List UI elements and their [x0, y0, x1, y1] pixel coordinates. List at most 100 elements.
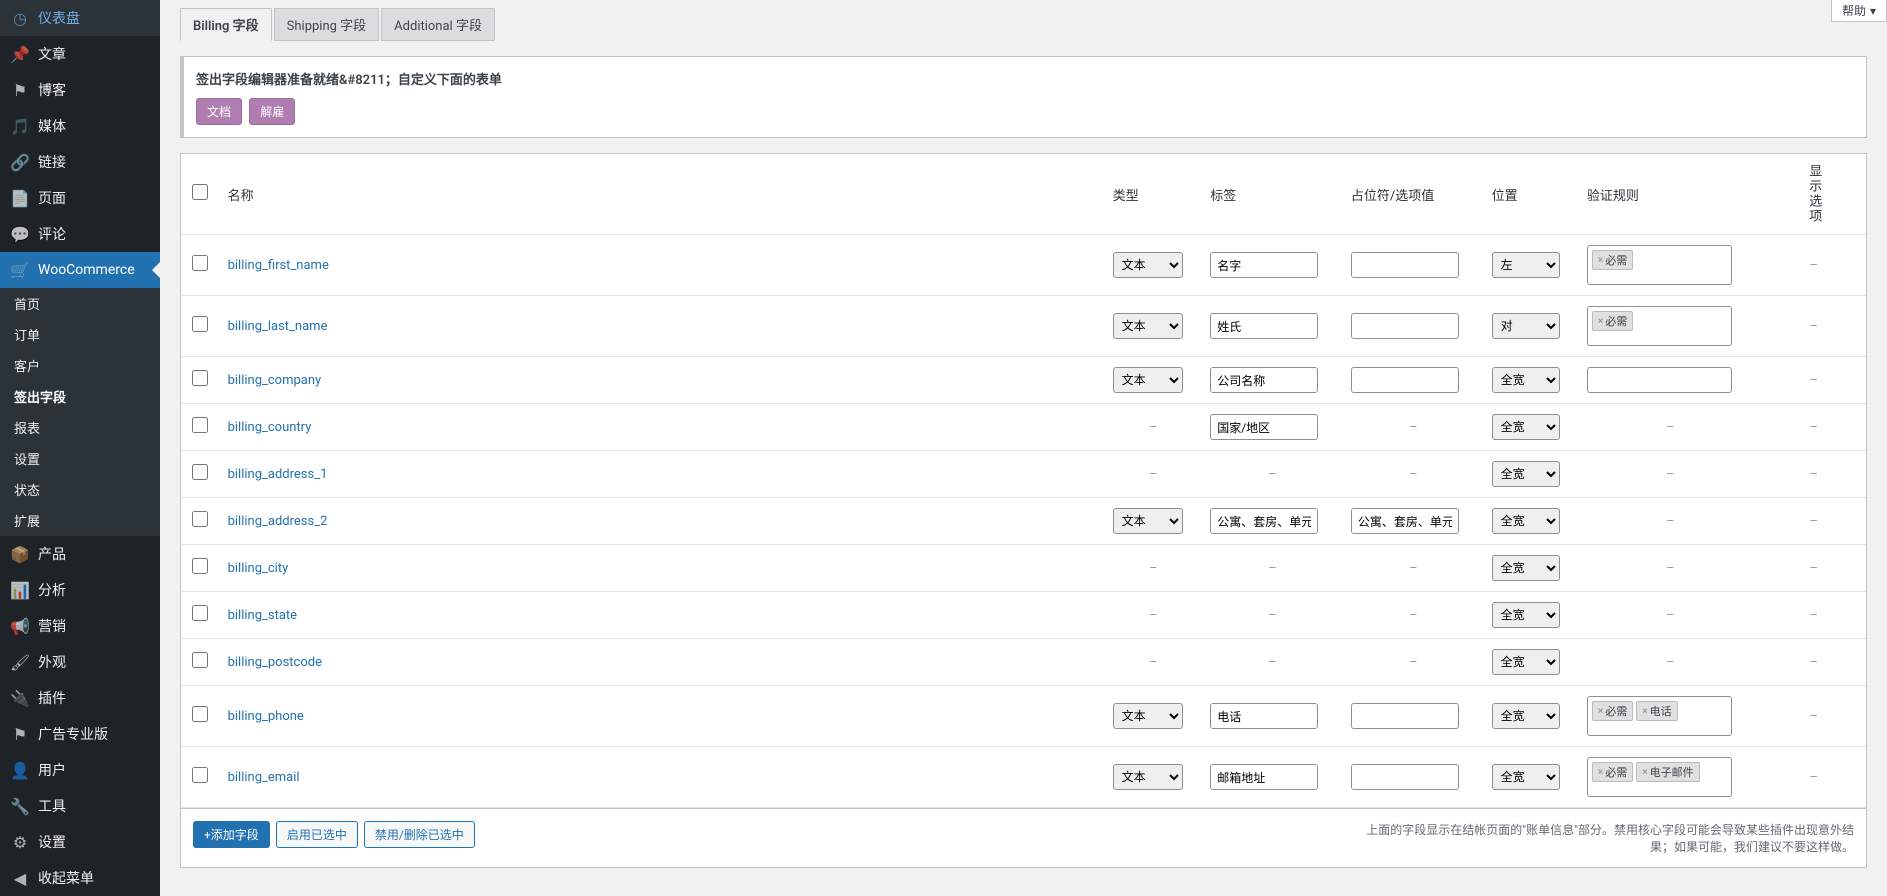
row-checkbox[interactable] [192, 255, 208, 271]
row-checkbox[interactable] [192, 706, 208, 722]
placeholder-input[interactable] [1351, 703, 1459, 729]
sidebar-item-博客[interactable]: ⚑博客 [0, 72, 160, 108]
submenu-item-报表[interactable]: 报表 [0, 412, 160, 443]
position-select[interactable]: 全宽 [1492, 649, 1560, 675]
submenu-item-客户[interactable]: 客户 [0, 350, 160, 381]
sidebar-item-分析[interactable]: 📊分析 [0, 572, 160, 608]
position-select[interactable]: 全宽 [1492, 764, 1560, 790]
sidebar-item-仪表盘[interactable]: ◷仪表盘 [0, 0, 160, 36]
enable-button[interactable]: 启用已选中 [276, 821, 358, 848]
position-select[interactable]: 全宽 [1492, 461, 1560, 487]
label-input[interactable] [1210, 367, 1318, 393]
position-select[interactable]: 左 [1492, 252, 1560, 278]
validation-tag[interactable]: ×必需 [1592, 311, 1633, 331]
row-checkbox[interactable] [192, 652, 208, 668]
type-select[interactable]: 文本 [1113, 508, 1183, 534]
placeholder-input[interactable] [1351, 367, 1459, 393]
submenu-item-扩展[interactable]: 扩展 [0, 505, 160, 536]
submenu-item-签出字段[interactable]: 签出字段 [0, 381, 160, 412]
sidebar-item-链接[interactable]: 🔗链接 [0, 144, 160, 180]
tag-remove-icon[interactable]: × [1598, 255, 1603, 266]
field-name[interactable]: billing_email [228, 770, 300, 785]
disable-button[interactable]: 禁用/删除已选中 [364, 821, 475, 848]
submenu-item-设置[interactable]: 设置 [0, 443, 160, 474]
sidebar-item-营销[interactable]: 📢营销 [0, 608, 160, 644]
type-select[interactable]: 文本 [1113, 313, 1183, 339]
row-checkbox[interactable] [192, 558, 208, 574]
position-select[interactable]: 全宽 [1492, 555, 1560, 581]
placeholder-input[interactable] [1351, 252, 1459, 278]
label-input[interactable] [1210, 508, 1318, 534]
label-input[interactable] [1210, 764, 1318, 790]
field-name[interactable]: billing_city [228, 561, 289, 576]
sidebar-item-广告专业版[interactable]: ⚑广告专业版 [0, 716, 160, 752]
tag-remove-icon[interactable]: × [1642, 706, 1647, 717]
type-select[interactable]: 文本 [1113, 252, 1183, 278]
docs-button[interactable]: 文档 [196, 98, 242, 125]
validation-tagbox[interactable]: ×必需×电话 [1587, 696, 1732, 736]
type-select[interactable]: 文本 [1113, 703, 1183, 729]
label-input[interactable] [1210, 313, 1318, 339]
validation-tagbox[interactable]: ×必需×电子邮件 [1587, 757, 1732, 797]
validation-tag[interactable]: ×电话 [1636, 701, 1677, 721]
type-select[interactable]: 文本 [1113, 764, 1183, 790]
field-name[interactable]: billing_postcode [228, 655, 322, 670]
tag-remove-icon[interactable]: × [1598, 316, 1603, 327]
field-name[interactable]: billing_first_name [228, 258, 329, 273]
submenu-item-订单[interactable]: 订单 [0, 319, 160, 350]
label-input[interactable] [1210, 252, 1318, 278]
sidebar-item-WooCommerce[interactable]: 🛒WooCommerce [0, 252, 160, 288]
validation-tag[interactable]: ×电子邮件 [1636, 762, 1699, 782]
validation-tagbox[interactable] [1587, 367, 1732, 393]
help-tab[interactable]: 帮助 ▾ [1831, 0, 1887, 22]
select-all-checkbox[interactable] [192, 184, 208, 200]
sidebar-item-收起菜单[interactable]: ◀收起菜单 [0, 860, 160, 896]
field-name[interactable]: billing_address_2 [228, 514, 328, 529]
sidebar-item-评论[interactable]: 💬评论 [0, 216, 160, 252]
row-checkbox[interactable] [192, 767, 208, 783]
field-name[interactable]: billing_state [228, 608, 297, 623]
position-select[interactable]: 全宽 [1492, 508, 1560, 534]
sidebar-item-外观[interactable]: 🖌外观 [0, 644, 160, 680]
type-select[interactable]: 文本 [1113, 367, 1183, 393]
row-checkbox[interactable] [192, 511, 208, 527]
field-name[interactable]: billing_phone [228, 709, 304, 724]
tag-remove-icon[interactable]: × [1598, 706, 1603, 717]
row-checkbox[interactable] [192, 316, 208, 332]
submenu-item-首页[interactable]: 首页 [0, 288, 160, 319]
sidebar-item-文章[interactable]: 📌文章 [0, 36, 160, 72]
position-select[interactable]: 对 [1492, 313, 1560, 339]
validation-tagbox[interactable]: ×必需 [1587, 306, 1732, 346]
row-checkbox[interactable] [192, 370, 208, 386]
tab-Billing 字段[interactable]: Billing 字段 [180, 8, 272, 41]
sidebar-item-设置[interactable]: ⚙设置 [0, 824, 160, 860]
row-checkbox[interactable] [192, 464, 208, 480]
sidebar-item-媒体[interactable]: 🎵媒体 [0, 108, 160, 144]
add-field-button[interactable]: +添加字段 [193, 821, 270, 848]
tab-Additional 字段[interactable]: Additional 字段 [381, 8, 495, 41]
row-checkbox[interactable] [192, 417, 208, 433]
validation-tag[interactable]: ×必需 [1592, 701, 1633, 721]
tab-Shipping 字段[interactable]: Shipping 字段 [274, 8, 380, 41]
dismiss-button[interactable]: 解雇 [249, 98, 295, 125]
label-input[interactable] [1210, 703, 1318, 729]
validation-tagbox[interactable]: ×必需 [1587, 245, 1732, 285]
sidebar-item-产品[interactable]: 📦产品 [0, 536, 160, 572]
position-select[interactable]: 全宽 [1492, 703, 1560, 729]
row-checkbox[interactable] [192, 605, 208, 621]
sidebar-item-用户[interactable]: 👤用户 [0, 752, 160, 788]
sidebar-item-页面[interactable]: 📄页面 [0, 180, 160, 216]
position-select[interactable]: 全宽 [1492, 602, 1560, 628]
sidebar-item-工具[interactable]: 🔧工具 [0, 788, 160, 824]
placeholder-input[interactable] [1351, 508, 1459, 534]
field-name[interactable]: billing_address_1 [228, 467, 328, 482]
label-input[interactable] [1210, 414, 1318, 440]
tag-remove-icon[interactable]: × [1642, 767, 1647, 778]
field-name[interactable]: billing_company [228, 373, 322, 388]
placeholder-input[interactable] [1351, 764, 1459, 790]
tag-remove-icon[interactable]: × [1598, 767, 1603, 778]
field-name[interactable]: billing_country [228, 420, 312, 435]
validation-tag[interactable]: ×必需 [1592, 250, 1633, 270]
placeholder-input[interactable] [1351, 313, 1459, 339]
validation-tag[interactable]: ×必需 [1592, 762, 1633, 782]
